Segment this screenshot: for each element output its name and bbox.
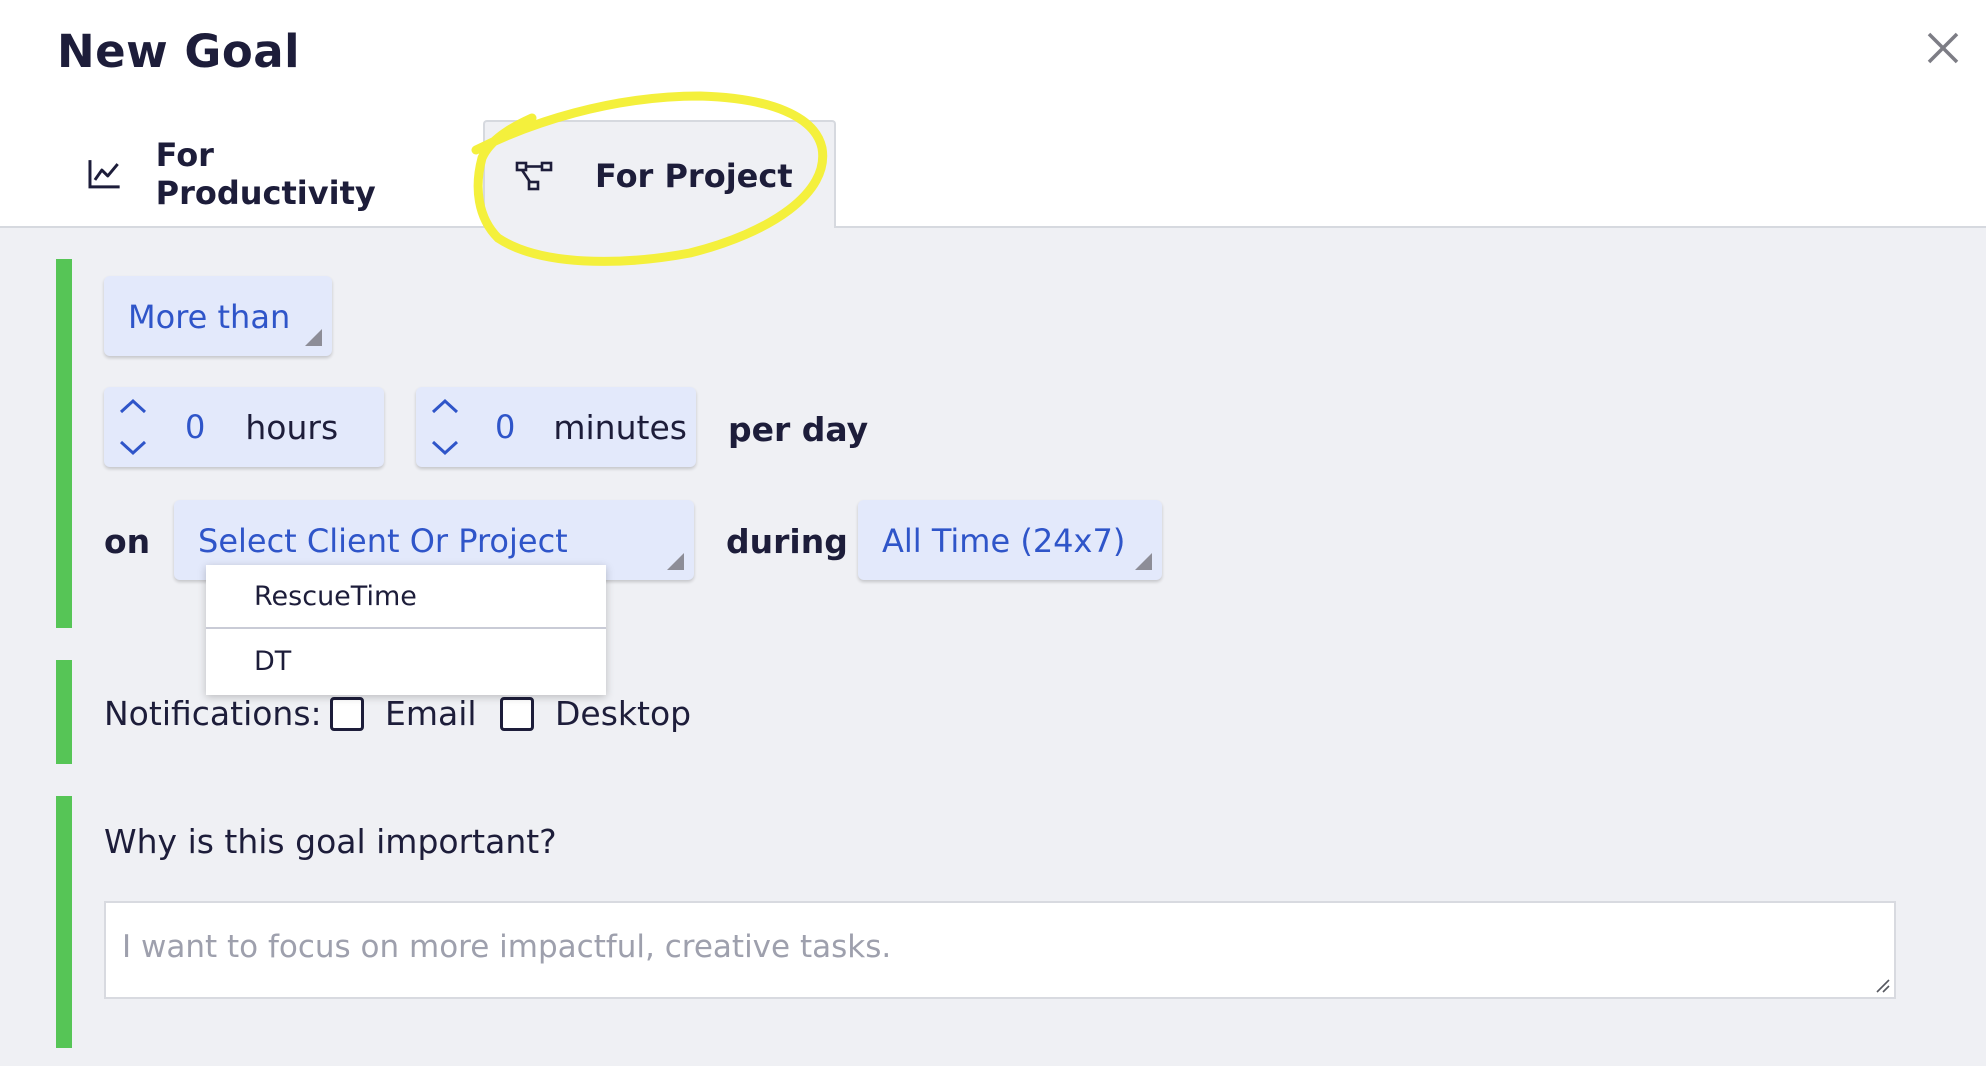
line-chart-icon — [88, 160, 120, 189]
on-label: on — [104, 522, 151, 561]
close-icon — [1927, 32, 1959, 64]
project-tree-icon — [515, 161, 553, 191]
during-label: during — [726, 522, 848, 561]
why-question: Why is this goal important? — [104, 822, 557, 861]
minutes-stepper[interactable]: 0 minutes — [416, 387, 696, 467]
time-range-select[interactable]: All Time (24x7) — [858, 500, 1162, 580]
comparator-value: More than — [128, 298, 291, 336]
dialog-title: New Goal — [57, 25, 301, 78]
stepper-arrows — [428, 387, 468, 467]
desktop-checkbox[interactable] — [500, 697, 534, 731]
per-day-label: per day — [728, 410, 869, 449]
minutes-value[interactable]: 0 — [495, 408, 515, 446]
comparator-select[interactable]: More than — [104, 276, 332, 356]
select-arrow-icon — [305, 329, 322, 346]
select-arrow-icon — [667, 553, 684, 570]
section-accent-bar — [56, 796, 72, 1048]
resize-handle-icon[interactable] — [1875, 978, 1891, 994]
hours-label: hours — [245, 407, 339, 447]
tab-label: For Project — [595, 157, 793, 195]
time-range-value: All Time (24x7) — [882, 522, 1126, 560]
project-select-value: Select Client Or Project — [198, 522, 568, 560]
email-checkbox[interactable] — [330, 697, 364, 731]
close-button[interactable] — [1922, 27, 1964, 69]
section-accent-bar — [56, 259, 72, 628]
hours-stepper[interactable]: 0 hours — [104, 387, 384, 467]
tab-for-productivity[interactable]: For Productivity — [82, 120, 442, 228]
stepper-arrows — [116, 387, 156, 467]
chevron-up-icon[interactable] — [119, 397, 147, 415]
email-label: Email — [385, 694, 477, 733]
chevron-up-icon[interactable] — [431, 397, 459, 415]
section-accent-bar — [56, 660, 72, 764]
tab-for-project[interactable]: For Project — [483, 120, 836, 230]
project-dropdown-menu: RescueTime DT — [206, 565, 606, 695]
chevron-down-icon[interactable] — [431, 439, 459, 457]
why-textarea[interactable]: I want to focus on more impactful, creat… — [104, 901, 1896, 999]
select-arrow-icon — [1135, 553, 1152, 570]
dropdown-option-rescuetime[interactable]: RescueTime — [206, 565, 606, 629]
dropdown-option-dt[interactable]: DT — [206, 629, 606, 693]
why-placeholder: I want to focus on more impactful, creat… — [122, 929, 892, 965]
chevron-down-icon[interactable] — [119, 439, 147, 457]
hours-value[interactable]: 0 — [185, 408, 205, 446]
minutes-label: minutes — [553, 407, 687, 447]
desktop-label: Desktop — [555, 694, 692, 733]
notifications-label: Notifications: — [104, 694, 322, 733]
tab-label: For Productivity — [155, 136, 376, 212]
